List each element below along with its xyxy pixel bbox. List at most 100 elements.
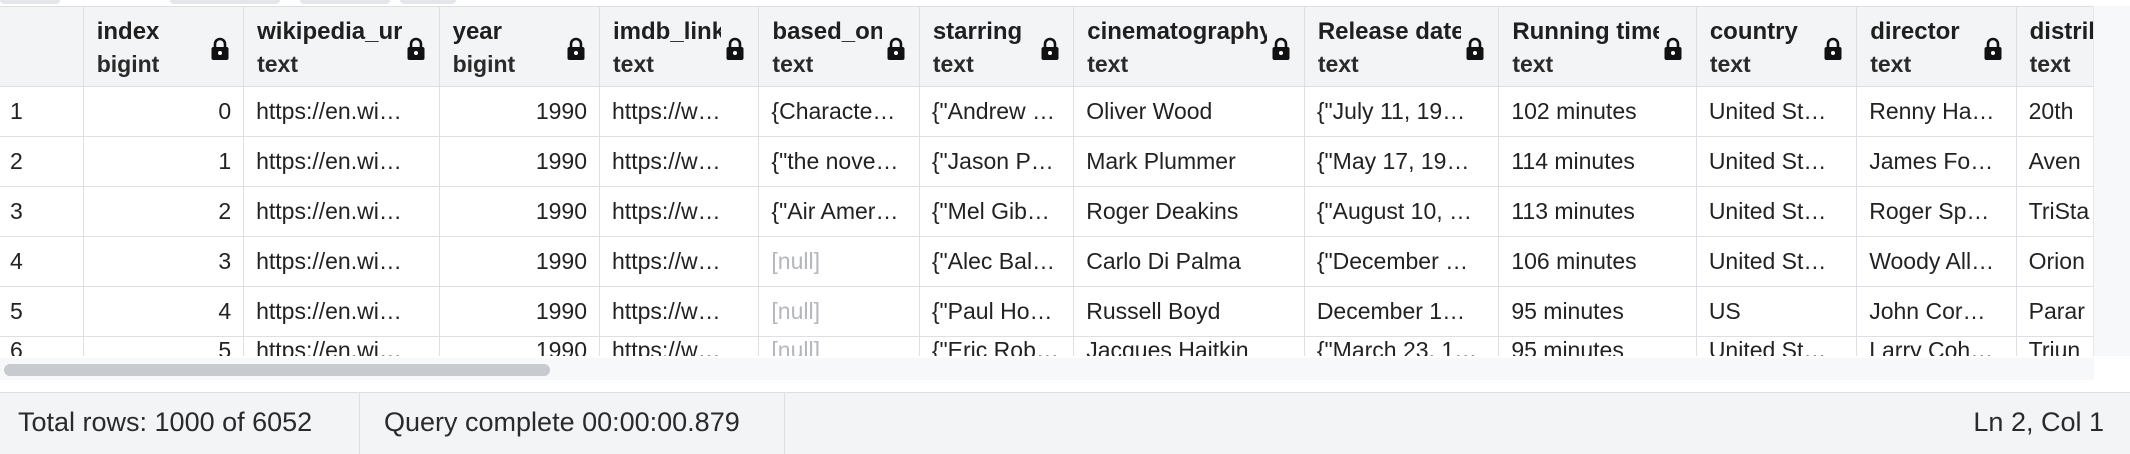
table-cell[interactable]: https://en.wi… xyxy=(243,136,440,187)
table-cell[interactable]: United St… xyxy=(1696,186,1858,237)
table-cell[interactable]: https://w… xyxy=(599,86,760,137)
table-cell[interactable]: 106 minutes xyxy=(1498,236,1697,287)
table-cell[interactable]: {"Eric Rob… xyxy=(919,336,1075,356)
table-cell[interactable]: Aven xyxy=(2016,136,2094,187)
table-cell[interactable]: Renny Ha… xyxy=(1856,86,2017,137)
table-row[interactable]: 5 4 https://en.wi… 1990 https://w… [null] {"Pa… xyxy=(0,286,2094,337)
table-cell[interactable]: United St… xyxy=(1696,336,1858,356)
column-header[interactable]: imdb_link text xyxy=(599,6,760,87)
table-cell[interactable]: {Characte… xyxy=(758,86,920,137)
table-cell[interactable]: 1990 xyxy=(439,136,601,187)
table-cell[interactable]: https://en.wi… xyxy=(243,86,440,137)
row-number[interactable]: 3 xyxy=(0,186,84,237)
table-cell[interactable]: TriSta xyxy=(2016,186,2094,237)
table-cell[interactable]: 113 minutes xyxy=(1498,186,1697,237)
horizontal-scrollbar-thumb[interactable] xyxy=(4,364,550,376)
column-header[interactable]: year bigint xyxy=(439,6,601,87)
table-cell[interactable]: Woody All… xyxy=(1856,236,2017,287)
toolbar-tab[interactable] xyxy=(300,0,390,4)
table-cell[interactable]: John Cor… xyxy=(1856,286,2017,337)
table-cell[interactable]: Triun xyxy=(2016,336,2094,356)
table-cell[interactable]: https://w… xyxy=(599,286,760,337)
table-cell[interactable]: Roger Deakins xyxy=(1073,186,1305,237)
table-cell[interactable]: {"Mel Gib… xyxy=(919,186,1075,237)
toolbar-tab[interactable] xyxy=(170,0,280,4)
table-cell[interactable]: {"Paul Ho… xyxy=(919,286,1075,337)
table-row[interactable]: 3 2 https://en.wi… 1990 https://w… {"Air Amer… xyxy=(0,186,2094,237)
table-cell[interactable]: 2 xyxy=(83,186,245,237)
table-cell[interactable]: https://w… xyxy=(599,236,760,287)
table-cell[interactable]: 1990 xyxy=(439,336,601,356)
table-cell[interactable]: US xyxy=(1696,286,1858,337)
table-cell[interactable]: December 1… xyxy=(1304,286,1500,337)
table-cell[interactable]: 114 minutes xyxy=(1498,136,1697,187)
table-cell[interactable]: 4 xyxy=(83,286,245,337)
toolbar-tab[interactable] xyxy=(400,0,456,4)
table-cell[interactable]: 95 minutes xyxy=(1498,336,1697,356)
table-cell[interactable]: {"August 10, … xyxy=(1304,186,1500,237)
toolbar-tab[interactable] xyxy=(0,0,60,4)
table-cell[interactable]: https://en.wi… xyxy=(243,236,440,287)
column-header[interactable]: country text xyxy=(1696,6,1858,87)
table-cell[interactable]: United St… xyxy=(1696,136,1858,187)
row-number[interactable]: 5 xyxy=(0,286,84,337)
column-header[interactable]: wikipedia_url text xyxy=(243,6,440,87)
table-cell[interactable]: https://w… xyxy=(599,136,760,187)
table-cell[interactable]: 1 xyxy=(83,136,245,187)
table-cell[interactable]: {"Air Amer… xyxy=(758,186,920,237)
table-cell[interactable]: https://en.wi… xyxy=(243,186,440,237)
table-cell[interactable]: 1990 xyxy=(439,86,601,137)
column-header[interactable]: index bigint xyxy=(83,6,245,87)
table-cell[interactable]: Mark Plummer xyxy=(1073,136,1305,187)
column-header[interactable]: distrib text xyxy=(2016,6,2094,87)
table-cell[interactable]: {"May 17, 19… xyxy=(1304,136,1500,187)
data-grid[interactable]: index bigint wikipedia_url text year bigint im… xyxy=(0,6,2094,356)
table-cell[interactable]: [null] xyxy=(758,336,920,356)
table-cell[interactable]: {"the nove… xyxy=(758,136,920,187)
table-cell[interactable]: 1990 xyxy=(439,286,601,337)
horizontal-scrollbar[interactable] xyxy=(0,358,2094,380)
row-number[interactable]: 1 xyxy=(0,86,84,137)
table-cell[interactable]: 0 xyxy=(83,86,245,137)
column-header[interactable]: based_on text xyxy=(758,6,920,87)
table-cell[interactable]: 95 minutes xyxy=(1498,286,1697,337)
table-cell[interactable]: https://w… xyxy=(599,336,760,356)
table-cell[interactable]: [null] xyxy=(758,236,920,287)
column-header[interactable]: starring text xyxy=(919,6,1075,87)
table-cell[interactable]: {"Jason P… xyxy=(919,136,1075,187)
table-cell[interactable]: Orion xyxy=(2016,236,2094,287)
table-cell[interactable]: 3 xyxy=(83,236,245,287)
table-cell[interactable]: {"Andrew … xyxy=(919,86,1075,137)
table-cell[interactable]: 20th xyxy=(2016,86,2094,137)
row-number[interactable]: 6 xyxy=(0,336,84,356)
row-number[interactable]: 2 xyxy=(0,136,84,187)
table-cell[interactable]: Oliver Wood xyxy=(1073,86,1305,137)
column-header[interactable]: Running time text xyxy=(1498,6,1697,87)
table-row[interactable]: 2 1 https://en.wi… 1990 https://w… {"the nove… xyxy=(0,136,2094,187)
row-number-header[interactable] xyxy=(0,6,84,87)
table-cell[interactable]: Jacques Haitkin xyxy=(1073,336,1305,356)
table-cell[interactable]: {"July 11, 19… xyxy=(1304,86,1500,137)
table-row[interactable]: 4 3 https://en.wi… 1990 https://w… [null] {"Al… xyxy=(0,236,2094,287)
table-cell[interactable]: 102 minutes xyxy=(1498,86,1697,137)
table-cell[interactable]: 1990 xyxy=(439,186,601,237)
table-cell[interactable]: United St… xyxy=(1696,236,1858,287)
table-cell[interactable]: James Fo… xyxy=(1856,136,2017,187)
column-header[interactable]: Release date text xyxy=(1304,6,1500,87)
table-cell[interactable]: Roger Sp… xyxy=(1856,186,2017,237)
column-header[interactable]: director text xyxy=(1856,6,2017,87)
table-cell[interactable]: {"March 23, 1… xyxy=(1304,336,1500,356)
row-number[interactable]: 4 xyxy=(0,236,84,287)
table-cell[interactable]: {"December … xyxy=(1304,236,1500,287)
column-header[interactable]: cinematography text xyxy=(1073,6,1305,87)
table-cell[interactable]: {"Alec Bal… xyxy=(919,236,1075,287)
table-cell[interactable]: https://w… xyxy=(599,186,760,237)
table-cell[interactable]: https://en.wi… xyxy=(243,336,440,356)
table-cell[interactable]: 5 xyxy=(83,336,245,356)
table-cell[interactable]: [null] xyxy=(758,286,920,337)
table-cell[interactable]: Parar xyxy=(2016,286,2094,337)
table-cell[interactable]: 1990 xyxy=(439,236,601,287)
table-cell[interactable]: Russell Boyd xyxy=(1073,286,1305,337)
vertical-scrollbar[interactable] xyxy=(2093,6,2130,356)
table-cell[interactable]: United St… xyxy=(1696,86,1858,137)
